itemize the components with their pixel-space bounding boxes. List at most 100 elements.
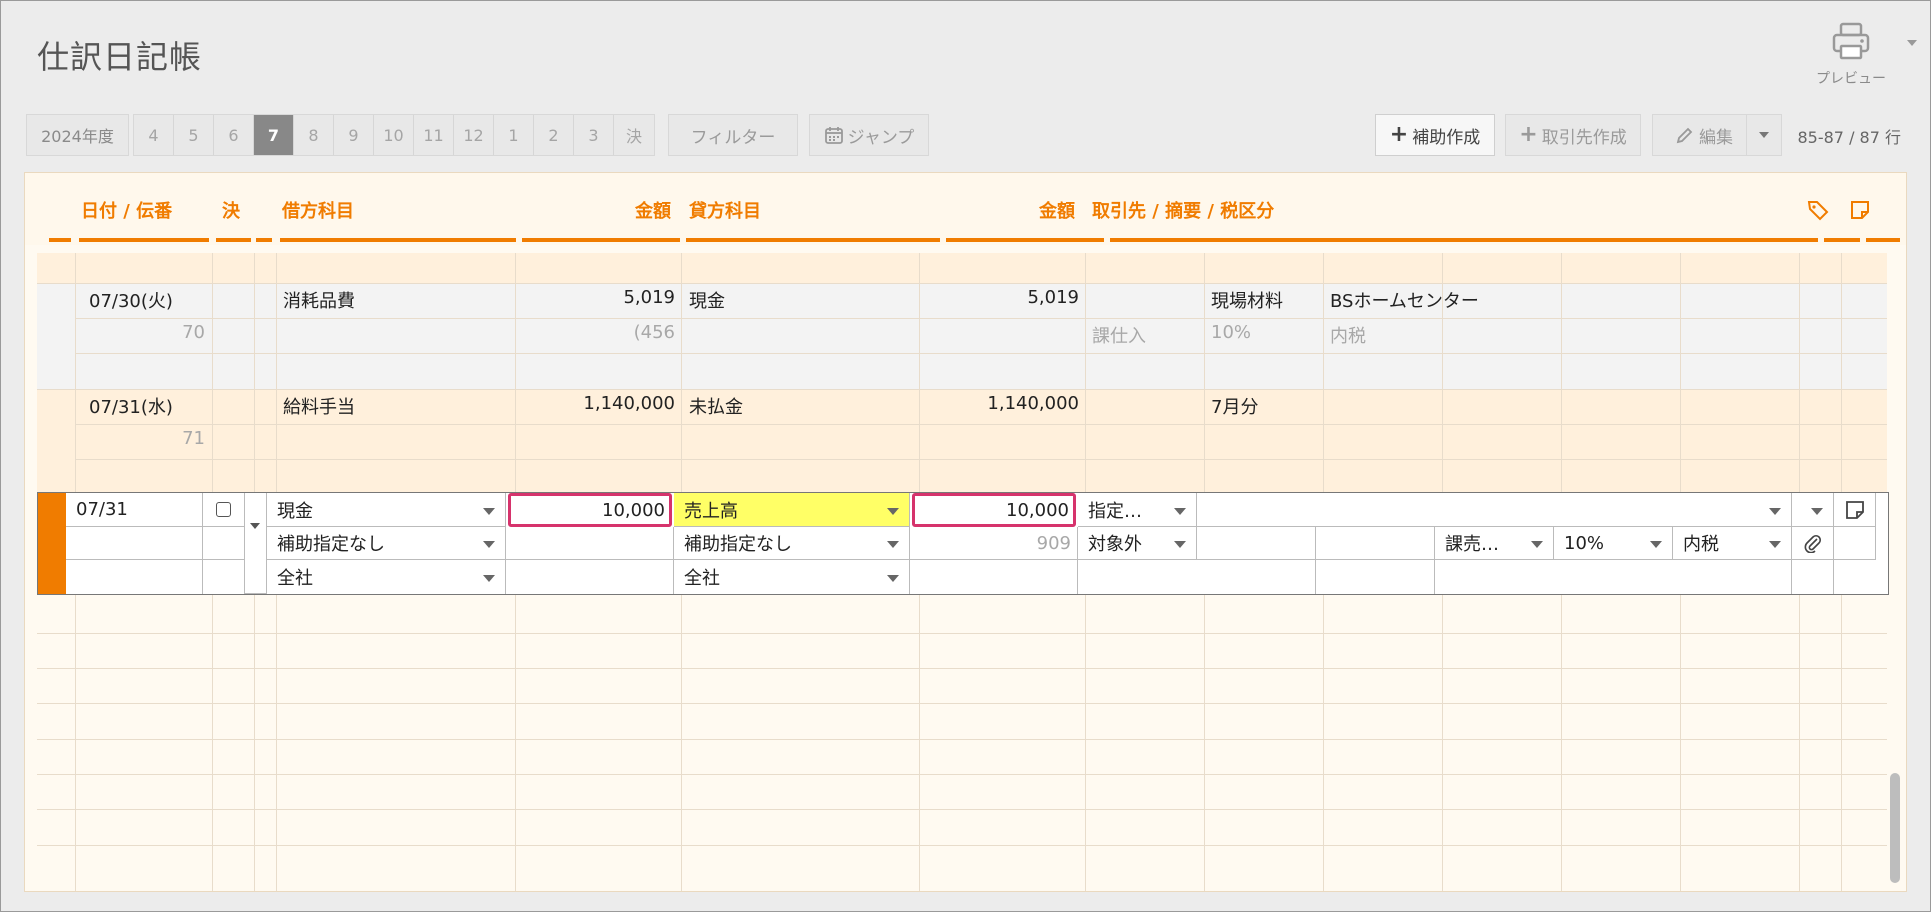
month-button[interactable]: 7 [254,115,294,155]
tax-type: 内税 [1330,326,1366,347]
credit-tax-input[interactable]: 909 [910,527,1078,560]
tax-rate-select[interactable]: 10% [1554,527,1673,560]
debit-account-select[interactable]: 現金 [267,493,506,527]
jump-button[interactable]: ジャンプ [809,114,929,156]
month-button[interactable]: 1 [494,115,534,155]
month-button[interactable]: 4 [134,115,174,155]
calendar-icon [824,127,843,144]
edit-dropdown-button[interactable] [1746,114,1782,156]
credit-amount: 1,140,000 [987,393,1079,414]
preview-dropdown-icon[interactable] [1907,40,1917,46]
grid-line [37,845,1887,846]
month-button[interactable]: 決 [614,115,654,155]
col-debit-amount[interactable]: 金額 [635,197,671,223]
tax-category-select[interactable]: 課売… [1435,527,1554,560]
attach-button[interactable] [1792,527,1834,560]
table-header: 日付 / 伝番 決 借方科目 金額 貸方科目 金額 取引先 / 摘要 / 税区分 [25,173,1906,245]
add-partner-label: 取引先作成 [1541,127,1627,148]
header-underline [1824,238,1860,242]
debit-dept-select[interactable]: 全社 [267,560,506,594]
month-button[interactable]: 5 [174,115,214,155]
row-menu-toggle[interactable] [245,493,267,594]
tax-rate: 10% [1211,322,1252,343]
empty-cell [1316,560,1435,594]
empty-cell [1792,560,1834,594]
partner-select[interactable]: 指定… [1078,493,1197,527]
date-input[interactable]: 07/31 [66,493,203,527]
filter-button[interactable]: フィルター [668,114,798,156]
add-partner-button[interactable]: + 取引先作成 [1505,114,1641,156]
note-button[interactable] [1834,493,1876,527]
debit-amount: 5,019 [623,287,675,308]
empty-cell [1078,560,1316,594]
debit-tax-input[interactable] [506,527,674,560]
note-icon [1845,500,1864,519]
preview-button[interactable]: プレビュー [1811,20,1891,88]
entry-number: 70 [182,322,205,343]
col-debit-account[interactable]: 借方科目 [282,197,354,223]
empty-cell [910,560,1078,594]
month-button[interactable]: 12 [454,115,494,155]
credit-amount-input[interactable]: 10,000 [912,493,1076,527]
settle-checkbox[interactable] [203,493,245,527]
add-sub-account-button[interactable]: + 補助作成 [1375,114,1495,156]
row-count: 85-87 / 87 行 [1797,128,1901,147]
checkbox-icon [216,502,231,517]
debit-amount: 1,140,000 [583,393,675,414]
col-partner[interactable]: 取引先 / 摘要 / 税区分 [1092,197,1274,223]
credit-sub-select[interactable]: 補助指定なし [674,527,910,560]
jump-label: ジャンプ [847,127,915,148]
empty-cell [1834,527,1876,560]
entry-date: 07/31(水) [89,397,173,418]
entry-number: 71 [182,428,205,449]
month-button[interactable]: 6 [214,115,254,155]
credit-account-select[interactable]: 売上高 [674,493,910,527]
vertical-scrollbar[interactable] [1890,773,1900,883]
paperclip-icon [1804,534,1821,553]
month-button[interactable]: 10 [374,115,414,155]
col-date[interactable]: 日付 / 伝番 [81,197,172,223]
entry-partner: BSホームセンター [1330,291,1479,312]
month-button[interactable]: 9 [334,115,374,155]
header-underline [280,238,516,242]
grid-line [37,774,1887,775]
grid-line [37,668,1887,669]
memo-select[interactable] [1197,493,1792,527]
debit-sub-select[interactable]: 補助指定なし [267,527,506,560]
tax-scope-select[interactable]: 対象外 [1078,527,1197,560]
grid-line [37,739,1887,740]
debit-account: 給料手当 [283,397,355,418]
grid-line [37,703,1887,704]
header-underline [1110,238,1818,242]
month-button[interactable]: 3 [574,115,614,155]
month-button[interactable]: 11 [414,115,454,155]
month-button[interactable]: 8 [294,115,334,155]
tax-type-select[interactable]: 内税 [1673,527,1792,560]
header-underline [1866,238,1900,242]
header-underline [256,238,272,242]
credit-dept-select[interactable]: 全社 [674,560,910,594]
fiscal-year-button[interactable]: 2024年度 [26,114,129,156]
col-credit-account[interactable]: 貸方科目 [689,197,761,223]
note-icon[interactable] [1849,199,1871,221]
add-sub-label: 補助作成 [1412,127,1481,148]
empty-cell [203,527,245,560]
debit-tax: (456 [633,322,675,343]
col-settle[interactable]: 決 [222,197,240,223]
grid-line [75,318,1887,319]
credit-account: 現金 [689,291,725,312]
grid-line [37,809,1887,810]
slip-number-input[interactable] [66,527,203,560]
active-row-marker [38,493,66,594]
header-underline [216,238,251,242]
debit-amount-input[interactable]: 10,000 [508,493,672,527]
grid-line [37,389,1887,390]
col-credit-amount[interactable]: 金額 [1039,197,1075,223]
credit-account: 未払金 [689,397,743,418]
tag-icon[interactable] [1807,199,1829,221]
filter-label: フィルター [690,127,776,148]
header-underline [522,238,680,242]
tag-select[interactable] [1792,493,1834,527]
month-button[interactable]: 2 [534,115,574,155]
edit-button[interactable]: 編集 [1652,114,1756,156]
